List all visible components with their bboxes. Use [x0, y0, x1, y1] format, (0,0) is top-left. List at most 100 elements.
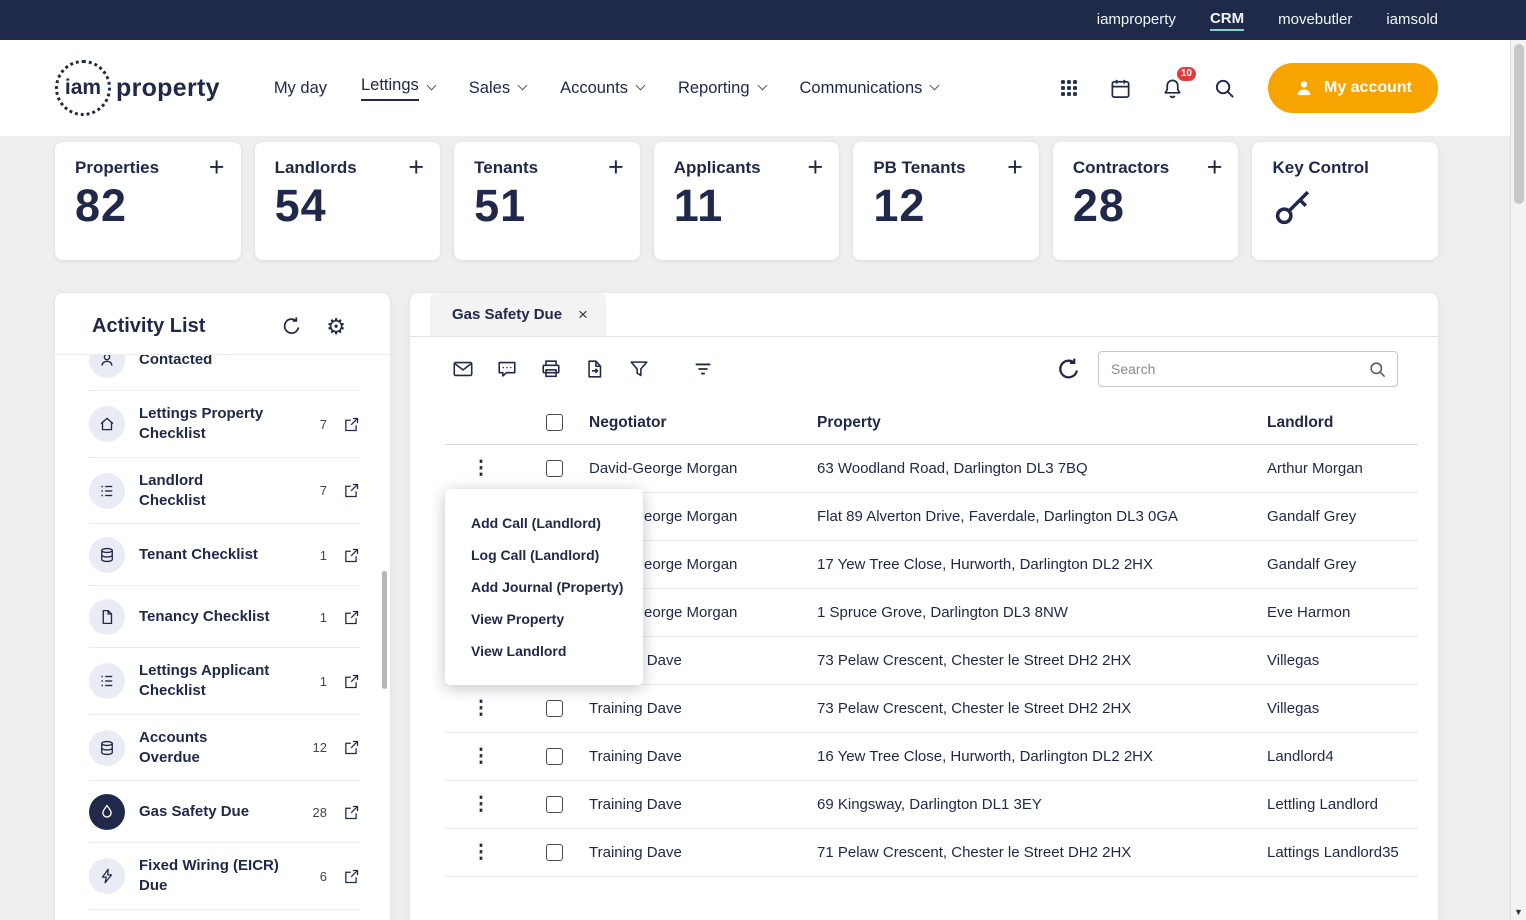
- activity-item-lettings-property-checklist[interactable]: Lettings Property Checklist 7: [55, 391, 390, 458]
- row-menu-icon[interactable]: ⋮: [472, 697, 491, 720]
- nav-accounts[interactable]: Accounts: [560, 79, 646, 98]
- select-row-checkbox[interactable]: [546, 460, 563, 477]
- search-icon[interactable]: [1212, 75, 1238, 101]
- cell-landlord: Gandalf Grey: [1267, 508, 1357, 525]
- external-link-icon[interactable]: [343, 482, 360, 499]
- cell-landlord: Arthur Morgan: [1267, 460, 1363, 477]
- apps-grid-icon[interactable]: [1056, 75, 1082, 101]
- tab-row: Gas Safety Due ×: [410, 293, 1438, 337]
- activity-item-lettings-applicant-checklist[interactable]: Lettings Applicant Checklist 1: [55, 648, 390, 715]
- export-icon[interactable]: [584, 358, 606, 380]
- tab-gas-safety-due[interactable]: Gas Safety Due ×: [430, 293, 606, 336]
- activity-item-accounts-overdue[interactable]: Accounts Overdue 12: [55, 715, 390, 782]
- menu-item-view-property[interactable]: View Property: [445, 603, 643, 635]
- chevron-down-icon: [426, 80, 437, 91]
- external-link-icon[interactable]: [343, 868, 360, 885]
- row-menu-icon[interactable]: ⋮: [472, 841, 491, 864]
- topbar-link-iamsold[interactable]: iamsold: [1386, 11, 1438, 30]
- external-link-icon[interactable]: [343, 416, 360, 433]
- filter-funnel-icon[interactable]: [628, 358, 650, 380]
- stat-card-contractors[interactable]: Contractors + 28: [1052, 142, 1239, 260]
- stat-card-applicants[interactable]: Applicants + 11: [653, 142, 840, 260]
- add-property-button[interactable]: +: [209, 154, 225, 181]
- close-icon[interactable]: ×: [578, 306, 588, 323]
- stat-card-tenants[interactable]: Tenants + 51: [454, 142, 640, 260]
- activity-list-scrollbar[interactable]: [382, 571, 387, 689]
- refresh-icon[interactable]: [281, 316, 302, 337]
- select-all-checkbox[interactable]: [546, 414, 563, 431]
- scrollbar-thumb[interactable]: [1514, 44, 1524, 204]
- refresh-icon[interactable]: [1056, 357, 1081, 382]
- activity-list: Contacted Lettings Property Checklist 7: [55, 355, 390, 920]
- select-row-checkbox[interactable]: [546, 700, 563, 717]
- activity-list-panel: Activity List ⚙ Contacted Lettings Prope…: [55, 293, 390, 920]
- print-icon[interactable]: [540, 358, 562, 380]
- bolt-icon: [89, 858, 125, 895]
- select-row-checkbox[interactable]: [546, 748, 563, 765]
- external-link-icon[interactable]: [343, 673, 360, 690]
- calendar-icon[interactable]: [1108, 75, 1134, 101]
- select-row-checkbox[interactable]: [546, 796, 563, 813]
- cell-property: 1 Spruce Grove, Darlington DL3 8NW: [817, 604, 1068, 621]
- cell-landlord: Lattings Landlord35: [1267, 844, 1399, 861]
- topbar-link-movebutler[interactable]: movebutler: [1278, 11, 1352, 30]
- activity-item-landlord-checklist[interactable]: Landlord Checklist 7: [55, 458, 390, 525]
- nav-communications[interactable]: Communications: [800, 79, 940, 98]
- row-menu-icon[interactable]: ⋮: [472, 457, 491, 480]
- activity-item-gas-safety-due[interactable]: Gas Safety Due 28: [55, 781, 390, 843]
- stat-card-key-control[interactable]: Key Control: [1252, 142, 1439, 260]
- my-account-button[interactable]: My account: [1267, 63, 1438, 113]
- cell-property: 73 Pelaw Crescent, Chester le Street DH2…: [817, 700, 1132, 717]
- nav-my-day[interactable]: My day: [274, 79, 327, 98]
- external-link-icon[interactable]: [343, 547, 360, 564]
- sms-icon[interactable]: [496, 358, 518, 380]
- sort-filter-icon[interactable]: [692, 358, 714, 380]
- menu-item-log-call-landlord[interactable]: Log Call (Landlord): [445, 539, 643, 571]
- add-applicant-button[interactable]: +: [808, 154, 824, 181]
- cell-negotiator: Training Dave: [589, 748, 682, 765]
- notification-count-badge: 10: [1176, 67, 1196, 81]
- activity-item-tenant-checklist[interactable]: Tenant Checklist 1: [55, 524, 390, 586]
- stat-card-pb-tenants[interactable]: PB Tenants + 12: [853, 142, 1039, 260]
- stat-cards-row: Properties + 82 Landlords + 54 Tenants +…: [55, 142, 1439, 260]
- external-link-icon[interactable]: [343, 739, 360, 756]
- cell-landlord: Gandalf Grey: [1267, 556, 1357, 573]
- coins-icon: [89, 729, 125, 766]
- topbar-link-crm[interactable]: CRM: [1209, 10, 1245, 31]
- activity-item-tenancy-checklist[interactable]: Tenancy Checklist 1: [55, 586, 390, 648]
- stat-card-landlords[interactable]: Landlords + 54: [254, 142, 441, 260]
- search-icon[interactable]: [1368, 360, 1387, 379]
- nav-sales[interactable]: Sales: [469, 79, 528, 98]
- add-tenant-button[interactable]: +: [608, 154, 624, 181]
- menu-item-add-call-landlord[interactable]: Add Call (Landlord): [445, 507, 643, 539]
- key-icon: [1272, 186, 1422, 233]
- add-contractor-button[interactable]: +: [1207, 154, 1223, 181]
- activity-item-contacted[interactable]: Contacted: [55, 355, 390, 391]
- row-menu-icon[interactable]: ⋮: [472, 793, 491, 816]
- external-link-icon[interactable]: [343, 609, 360, 626]
- person-icon: [1294, 78, 1314, 98]
- activity-item-fixed-wiring-due[interactable]: Fixed Wiring (EICR) Due 6: [55, 843, 390, 910]
- add-pb-tenant-button[interactable]: +: [1007, 154, 1023, 181]
- menu-item-view-landlord[interactable]: View Landlord: [445, 635, 643, 667]
- nav-reporting[interactable]: Reporting: [678, 79, 767, 98]
- nav-lettings[interactable]: Lettings: [361, 76, 437, 101]
- gear-icon[interactable]: ⚙: [326, 315, 346, 338]
- stat-card-properties[interactable]: Properties + 82: [55, 142, 241, 260]
- notifications-bell-icon[interactable]: 10: [1160, 67, 1196, 101]
- droplet-icon: [89, 794, 125, 830]
- external-link-icon[interactable]: [343, 804, 360, 821]
- checklist-icon: [89, 472, 125, 509]
- scroll-down-arrow-icon[interactable]: ▼: [1511, 907, 1526, 917]
- page-scrollbar[interactable]: ▼: [1510, 40, 1526, 920]
- activity-count: 28: [312, 804, 327, 820]
- select-row-checkbox[interactable]: [546, 844, 563, 861]
- add-landlord-button[interactable]: +: [408, 154, 424, 181]
- table-toolbar: [410, 337, 1438, 401]
- row-menu-icon[interactable]: ⋮: [472, 745, 491, 768]
- search-input[interactable]: [1111, 361, 1368, 377]
- topbar-link-iamproperty[interactable]: iamproperty: [1097, 11, 1176, 30]
- iamproperty-logo[interactable]: iam property: [55, 60, 220, 116]
- menu-item-add-journal-property[interactable]: Add Journal (Property): [445, 571, 643, 603]
- email-icon[interactable]: [452, 358, 474, 380]
